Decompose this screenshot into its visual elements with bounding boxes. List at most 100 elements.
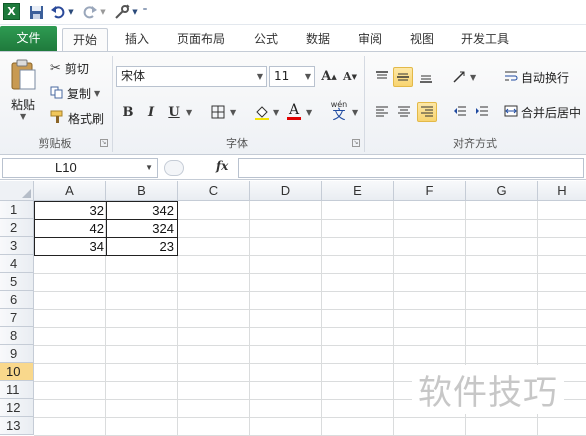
cell-b2[interactable]: 324: [106, 219, 178, 237]
underline-button[interactable]: U: [164, 102, 184, 122]
phonetic-char: 文: [332, 107, 346, 123]
underline-dropdown-icon[interactable]: ▼: [186, 108, 192, 117]
fill-color-icon[interactable]: [252, 102, 272, 122]
italic-button[interactable]: I: [141, 102, 161, 122]
copy-label: 复制: [67, 87, 92, 101]
column-header-c[interactable]: C: [178, 181, 250, 201]
fill-color-dropdown-icon[interactable]: ▼: [273, 108, 279, 117]
align-center-icon[interactable]: [394, 102, 414, 122]
tab-developer[interactable]: 开发工具: [452, 28, 518, 51]
row-header-7[interactable]: 7: [0, 309, 34, 327]
tab-data[interactable]: 数据: [296, 28, 340, 51]
cell-b3[interactable]: 23: [106, 237, 178, 256]
font-launcher-icon[interactable]: ↘: [352, 139, 360, 147]
clipboard-group-label: 剪贴板: [38, 137, 72, 150]
paste-dropdown-icon[interactable]: ▼: [20, 112, 26, 121]
qat-menu-icon[interactable]: ⁼: [141, 2, 149, 22]
cell-b1[interactable]: 342: [106, 201, 178, 219]
worksheet-grid[interactable]: A B C D E F G H 1 2 3 4 5 6 7 8 9 10 11 …: [0, 181, 586, 436]
font-color-dropdown-icon[interactable]: ▼: [306, 108, 312, 117]
wrap-text-icon: [504, 69, 518, 86]
redo-dropdown-icon[interactable]: ▼: [99, 2, 107, 22]
row-header-3[interactable]: 3: [0, 237, 34, 255]
row-header-1[interactable]: 1: [0, 201, 34, 219]
format-painter-button[interactable]: 格式刷: [50, 110, 104, 127]
font-size-combo[interactable]: 11 ▼: [269, 66, 315, 87]
merge-center-button[interactable]: 合并后居中: [504, 104, 581, 121]
copy-dropdown-icon[interactable]: ▼: [94, 89, 100, 98]
insert-function-icon[interactable]: fx: [216, 159, 228, 173]
font-name-combo[interactable]: 宋体 ▼: [116, 66, 267, 87]
chevron-down-icon: ▼: [256, 72, 263, 81]
copy-button[interactable]: 复制 ▼: [50, 85, 100, 102]
orientation-dropdown-icon[interactable]: ▼: [470, 73, 476, 82]
align-top-icon[interactable]: [372, 67, 392, 87]
tab-formulas[interactable]: 公式: [244, 28, 288, 51]
undo-icon[interactable]: [50, 2, 66, 22]
tab-home[interactable]: 开始: [62, 28, 108, 52]
gridline: [34, 273, 586, 274]
align-left-icon[interactable]: [372, 102, 392, 122]
customize-icon[interactable]: [113, 2, 131, 22]
orientation-icon[interactable]: [450, 67, 470, 87]
align-right-icon[interactable]: [417, 102, 437, 122]
tab-file[interactable]: 文件: [0, 26, 57, 51]
wrap-text-button[interactable]: 自动换行: [504, 69, 569, 86]
gridline: [34, 417, 586, 418]
excel-app-icon[interactable]: X: [3, 3, 20, 20]
column-header-f[interactable]: F: [394, 181, 466, 201]
paste-button[interactable]: 粘贴: [11, 96, 35, 113]
chevron-down-icon: ▼: [304, 72, 311, 81]
row-header-12[interactable]: 12: [0, 399, 34, 417]
decrease-indent-icon[interactable]: [450, 102, 470, 122]
copy-icon: [50, 86, 63, 102]
grow-font-icon[interactable]: A ▲: [319, 66, 339, 86]
save-icon[interactable]: [27, 2, 45, 22]
customize-dropdown-icon[interactable]: ▼: [131, 2, 139, 22]
phonetic-guide-icon[interactable]: wén 文: [326, 98, 352, 124]
row-header-10[interactable]: 10: [0, 363, 34, 381]
row-header-8[interactable]: 8: [0, 327, 34, 345]
name-box[interactable]: L10 ▼: [2, 158, 158, 178]
paste-icon[interactable]: [8, 58, 38, 92]
column-header-b[interactable]: B: [106, 181, 178, 201]
column-header-e[interactable]: E: [322, 181, 394, 201]
column-header-d[interactable]: D: [250, 181, 322, 201]
cell-a2[interactable]: 42: [34, 219, 107, 237]
font-color-icon[interactable]: A: [284, 101, 304, 121]
cut-button[interactable]: ✂ 剪切: [50, 60, 89, 77]
borders-dropdown-icon[interactable]: ▼: [230, 108, 236, 117]
phonetic-dropdown-icon[interactable]: ▼: [352, 108, 358, 117]
row-header-9[interactable]: 9: [0, 345, 34, 363]
redo-icon[interactable]: [82, 2, 98, 22]
row-header-13[interactable]: 13: [0, 417, 34, 435]
select-all-button[interactable]: [0, 181, 34, 201]
tab-view[interactable]: 视图: [400, 28, 444, 51]
tab-page-layout[interactable]: 页面布局: [168, 28, 234, 51]
watermark-text: 软件技巧: [412, 365, 564, 414]
increase-indent-icon[interactable]: [472, 102, 492, 122]
align-bottom-icon[interactable]: [416, 67, 436, 87]
undo-dropdown-icon[interactable]: ▼: [67, 2, 75, 22]
formula-input[interactable]: [238, 158, 584, 178]
font-size-value: 11: [274, 69, 290, 83]
row-header-2[interactable]: 2: [0, 219, 34, 237]
column-header-a[interactable]: A: [34, 181, 106, 201]
row-header-4[interactable]: 4: [0, 255, 34, 273]
column-header-h[interactable]: H: [538, 181, 586, 201]
column-header-g[interactable]: G: [466, 181, 538, 201]
row-header-5[interactable]: 5: [0, 273, 34, 291]
align-middle-icon[interactable]: [393, 67, 413, 87]
cell-a1[interactable]: 32: [34, 201, 107, 219]
tab-review[interactable]: 审阅: [348, 28, 392, 51]
bold-button[interactable]: B: [118, 102, 138, 122]
row-header-11[interactable]: 11: [0, 381, 34, 399]
formula-bar-splitter-icon[interactable]: [164, 160, 184, 176]
cell-a3[interactable]: 34: [34, 237, 107, 256]
tab-insert[interactable]: 插入: [114, 28, 160, 51]
clipboard-launcher-icon[interactable]: ↘: [100, 139, 108, 147]
borders-icon[interactable]: [208, 102, 228, 122]
format-painter-icon: [50, 110, 64, 127]
row-header-6[interactable]: 6: [0, 291, 34, 309]
shrink-font-icon[interactable]: A ▼: [340, 66, 360, 86]
